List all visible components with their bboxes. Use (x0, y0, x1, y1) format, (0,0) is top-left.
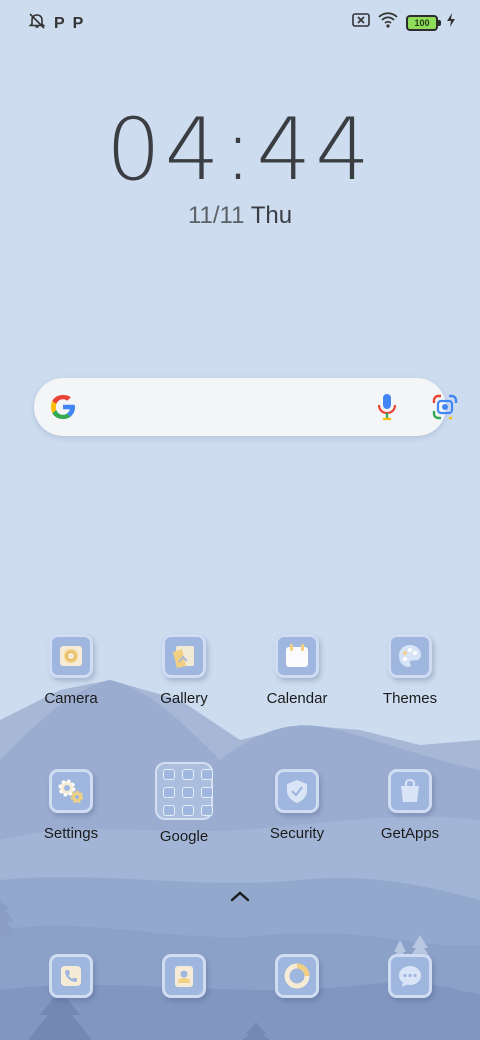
status-bar: P P 100 (0, 0, 480, 44)
phone-icon (49, 954, 93, 998)
app-security[interactable]: Security (247, 769, 347, 842)
palette-icon (388, 634, 432, 678)
shield-icon (275, 769, 319, 813)
google-lens-icon[interactable] (430, 392, 460, 427)
calendar-icon (275, 634, 319, 678)
contacts-icon (162, 954, 206, 998)
google-search-bar[interactable] (34, 378, 458, 436)
app-label: Security (269, 825, 325, 842)
app-camera[interactable]: Camera (21, 634, 121, 707)
dock-contacts[interactable] (134, 954, 234, 998)
gallery-icon (162, 634, 206, 678)
app-label: Themes (382, 690, 438, 707)
clock-date: 11/11 (187, 202, 245, 229)
battery-icon: 100 (406, 14, 441, 31)
sim-error-icon (352, 12, 370, 33)
folder-icon (155, 762, 213, 820)
gear-icon (49, 769, 93, 813)
app-google-folder[interactable]: Google (134, 762, 234, 845)
messages-icon (388, 954, 432, 998)
wifi-icon (378, 12, 398, 33)
dock-phone[interactable] (21, 954, 121, 998)
battery-level: 100 (414, 17, 430, 28)
google-g-icon (48, 392, 78, 427)
app-calendar[interactable]: Calendar (247, 634, 347, 707)
microphone-icon[interactable] (374, 392, 400, 427)
clock-time: 04:44 (106, 100, 374, 200)
app-label: Google (159, 828, 209, 845)
clock-widget[interactable]: 04:44 11/11 Thu (0, 100, 480, 230)
app-gallery[interactable]: Gallery (134, 634, 234, 707)
clock-day: Thu (250, 202, 293, 229)
app-getapps[interactable]: GetApps (360, 769, 460, 842)
browser-icon (275, 954, 319, 998)
dock-messages[interactable] (360, 954, 460, 998)
charging-icon (446, 12, 456, 33)
camera-icon (49, 634, 93, 678)
dock-browser[interactable] (247, 954, 347, 998)
p-notification-icon: P (54, 14, 65, 32)
app-label: Calendar (266, 690, 328, 707)
app-label: Camera (44, 690, 98, 707)
app-themes[interactable]: Themes (360, 634, 460, 707)
p-notification-icon: P (72, 14, 84, 32)
app-label: Settings (43, 825, 99, 842)
alarm-off-icon (28, 12, 46, 35)
shopping-bag-icon (388, 769, 432, 813)
app-label: GetApps (380, 825, 440, 842)
app-label: Gallery (160, 690, 208, 707)
app-settings[interactable]: Settings (21, 769, 121, 842)
chevron-up-icon[interactable] (228, 888, 252, 909)
clock-date-line: 11/11 Thu (0, 202, 480, 230)
